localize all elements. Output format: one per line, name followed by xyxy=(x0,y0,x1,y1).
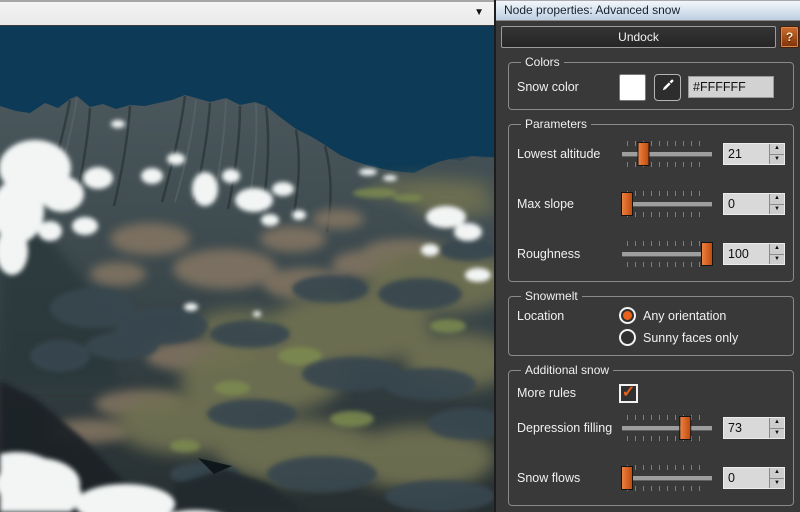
slider-handle[interactable] xyxy=(621,466,633,490)
radio-sunny-faces-only[interactable]: Sunny faces only xyxy=(619,329,738,346)
spin-up-button[interactable]: ▲ xyxy=(770,144,784,155)
panel-title[interactable]: Node properties: Advanced snow xyxy=(496,0,800,21)
spin-up-icon: ▲ xyxy=(774,419,780,425)
snowmelt-group: Snowmelt Location Any orientation Sunny … xyxy=(508,289,794,356)
snow-color-hex-input[interactable]: #FFFFFF xyxy=(688,76,774,98)
radio-any-orientation[interactable]: Any orientation xyxy=(619,307,738,324)
snow-flows-spinbox: 0 ▲ ▼ xyxy=(723,467,785,489)
tick-marks xyxy=(627,436,707,441)
roughness-spinbox: 100 ▲ ▼ xyxy=(723,243,785,265)
tick-marks xyxy=(627,262,707,267)
radio-button-icon xyxy=(619,329,636,346)
slider-handle[interactable] xyxy=(637,142,650,166)
spin-up-button[interactable]: ▲ xyxy=(770,244,784,255)
slider-track[interactable] xyxy=(622,426,712,431)
colors-group: Colors Snow color #FFFFFF xyxy=(508,55,794,110)
depression-filling-spinbox: 73 ▲ ▼ xyxy=(723,417,785,439)
spin-up-icon: ▲ xyxy=(774,469,780,475)
spin-up-icon: ▲ xyxy=(774,195,780,201)
colors-group-legend: Colors xyxy=(525,55,560,69)
spin-down-icon: ▼ xyxy=(774,205,780,212)
spin-down-button[interactable]: ▼ xyxy=(770,254,784,264)
tick-marks xyxy=(627,191,707,196)
roughness-value-input[interactable]: 100 xyxy=(724,244,769,264)
snow-color-label: Snow color xyxy=(517,80,579,94)
spin-down-button[interactable]: ▼ xyxy=(770,428,784,438)
lowest-altitude-label: Lowest altitude xyxy=(517,147,601,161)
terrain-render xyxy=(0,26,494,512)
spin-down-icon: ▼ xyxy=(774,255,780,262)
depression-filling-value-input[interactable]: 73 xyxy=(724,418,769,438)
lowest-altitude-slider[interactable] xyxy=(621,138,713,170)
check-icon: ✓ xyxy=(621,383,636,401)
slider-track[interactable] xyxy=(622,152,712,157)
tick-marks xyxy=(627,415,707,420)
snowmelt-group-legend: Snowmelt xyxy=(525,289,578,303)
depression-filling-label: Depression filling xyxy=(517,421,613,435)
terrain-viewport[interactable]: ▼ xyxy=(0,0,494,512)
spin-up-button[interactable]: ▲ xyxy=(770,468,784,479)
radio-any-orientation-label: Any orientation xyxy=(643,308,727,323)
parameters-group: Parameters Lowest altitude 21 ▲ ▼ Max sl… xyxy=(508,117,794,282)
max-slope-slider[interactable] xyxy=(621,188,713,220)
chevron-down-icon: ▼ xyxy=(474,7,484,18)
spin-up-icon: ▲ xyxy=(774,145,780,151)
depression-filling-slider[interactable] xyxy=(621,412,713,444)
eyedropper-icon xyxy=(661,78,675,97)
slider-handle[interactable] xyxy=(701,242,713,266)
spin-down-button[interactable]: ▼ xyxy=(770,478,784,488)
snow-flows-slider[interactable] xyxy=(621,462,713,494)
roughness-label: Roughness xyxy=(517,247,581,261)
parameters-group-legend: Parameters xyxy=(525,117,588,131)
spin-down-icon: ▼ xyxy=(774,479,780,486)
lowest-altitude-value-input[interactable]: 21 xyxy=(724,144,769,164)
slider-handle[interactable] xyxy=(621,192,633,216)
lowest-altitude-spinbox: 21 ▲ ▼ xyxy=(723,143,785,165)
snow-color-swatch[interactable] xyxy=(619,73,646,101)
radio-button-icon xyxy=(619,307,636,324)
roughness-slider[interactable] xyxy=(621,238,713,270)
spin-down-button[interactable]: ▼ xyxy=(770,204,784,214)
additional-snow-group: Additional snow More rules ✓ Depression … xyxy=(508,363,794,506)
spin-up-button[interactable]: ▲ xyxy=(770,418,784,429)
spin-up-button[interactable]: ▲ xyxy=(770,194,784,205)
slider-handle[interactable] xyxy=(679,416,692,440)
spin-down-icon: ▼ xyxy=(774,155,780,162)
max-slope-value-input[interactable]: 0 xyxy=(724,194,769,214)
more-rules-checkbox[interactable]: ✓ xyxy=(619,383,638,403)
location-label: Location xyxy=(517,309,565,323)
slider-track[interactable] xyxy=(622,252,712,257)
viewport-selector-dropdown[interactable]: ▼ xyxy=(0,0,494,26)
spin-down-button[interactable]: ▼ xyxy=(770,154,784,164)
max-slope-spinbox: 0 ▲ ▼ xyxy=(723,193,785,215)
tick-marks xyxy=(627,465,707,470)
undock-button[interactable]: Undock xyxy=(501,26,776,48)
snow-flows-value-input[interactable]: 0 xyxy=(724,468,769,488)
additional-snow-group-legend: Additional snow xyxy=(525,363,610,377)
eyedropper-button[interactable] xyxy=(654,73,681,101)
tick-marks xyxy=(627,212,707,217)
tick-marks xyxy=(627,241,707,246)
spin-down-icon: ▼ xyxy=(774,429,780,436)
more-rules-label: More rules xyxy=(517,386,577,400)
spin-up-icon: ▲ xyxy=(774,245,780,251)
max-slope-label: Max slope xyxy=(517,197,574,211)
snow-flows-label: Snow flows xyxy=(517,471,581,485)
node-properties-panel: Node properties: Advanced snow Undock ? … xyxy=(494,0,800,512)
radio-sunny-faces-only-label: Sunny faces only xyxy=(643,330,739,345)
tick-marks xyxy=(627,486,707,491)
help-button[interactable]: ? xyxy=(780,26,799,48)
slider-track[interactable] xyxy=(622,476,712,481)
slider-track[interactable] xyxy=(622,202,712,207)
